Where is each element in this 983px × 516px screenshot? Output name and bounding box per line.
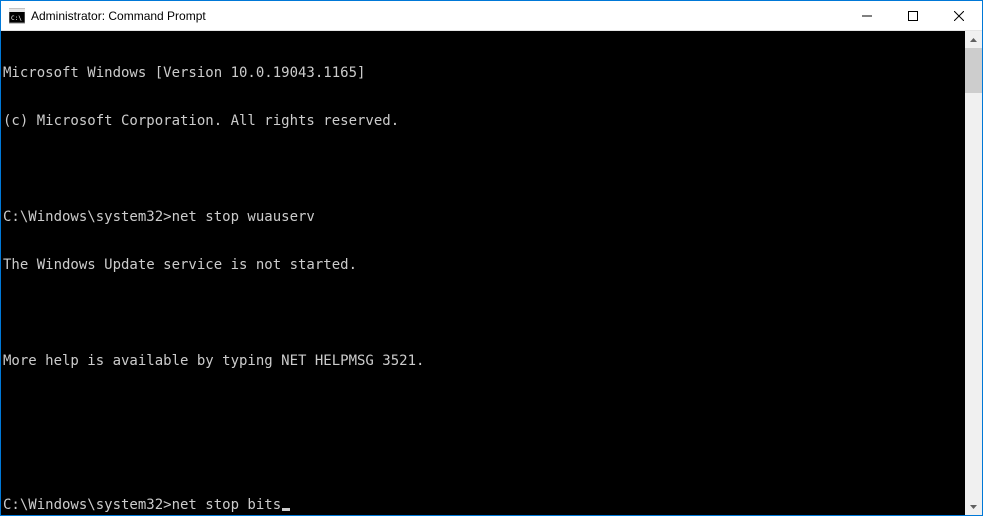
window-title: Administrator: Command Prompt [31,9,206,23]
maximize-button[interactable] [890,1,936,30]
text-cursor [282,508,290,511]
titlebar[interactable]: C:\ Administrator: Command Prompt [1,1,982,31]
minimize-button[interactable] [844,1,890,30]
client-area: Microsoft Windows [Version 10.0.19043.11… [1,31,982,515]
scrollbar-up-arrow-icon[interactable] [965,31,982,48]
svg-text:C:\: C:\ [11,15,22,22]
vertical-scrollbar[interactable] [965,31,982,515]
cmd-icon: C:\ [9,8,25,24]
terminal-current-line: C:\Windows\system32>net stop bits [3,497,963,513]
scrollbar-down-arrow-icon[interactable] [965,498,982,515]
terminal-line: Microsoft Windows [Version 10.0.19043.11… [3,65,963,81]
window-frame: C:\ Administrator: Command Prompt Micros… [0,0,983,516]
terminal-line [3,449,963,465]
terminal-line [3,161,963,177]
terminal-line: (c) Microsoft Corporation. All rights re… [3,113,963,129]
terminal-line: C:\Windows\system32>net stop wuauserv [3,209,963,225]
scrollbar-thumb[interactable] [965,48,982,93]
terminal-output[interactable]: Microsoft Windows [Version 10.0.19043.11… [1,31,965,515]
terminal-line: The Windows Update service is not starte… [3,257,963,273]
terminal-line: More help is available by typing NET HEL… [3,353,963,369]
terminal-line [3,401,963,417]
terminal-line [3,305,963,321]
terminal-line-text: C:\Windows\system32>net stop bits [3,497,281,513]
window-controls [844,1,982,30]
close-button[interactable] [936,1,982,30]
